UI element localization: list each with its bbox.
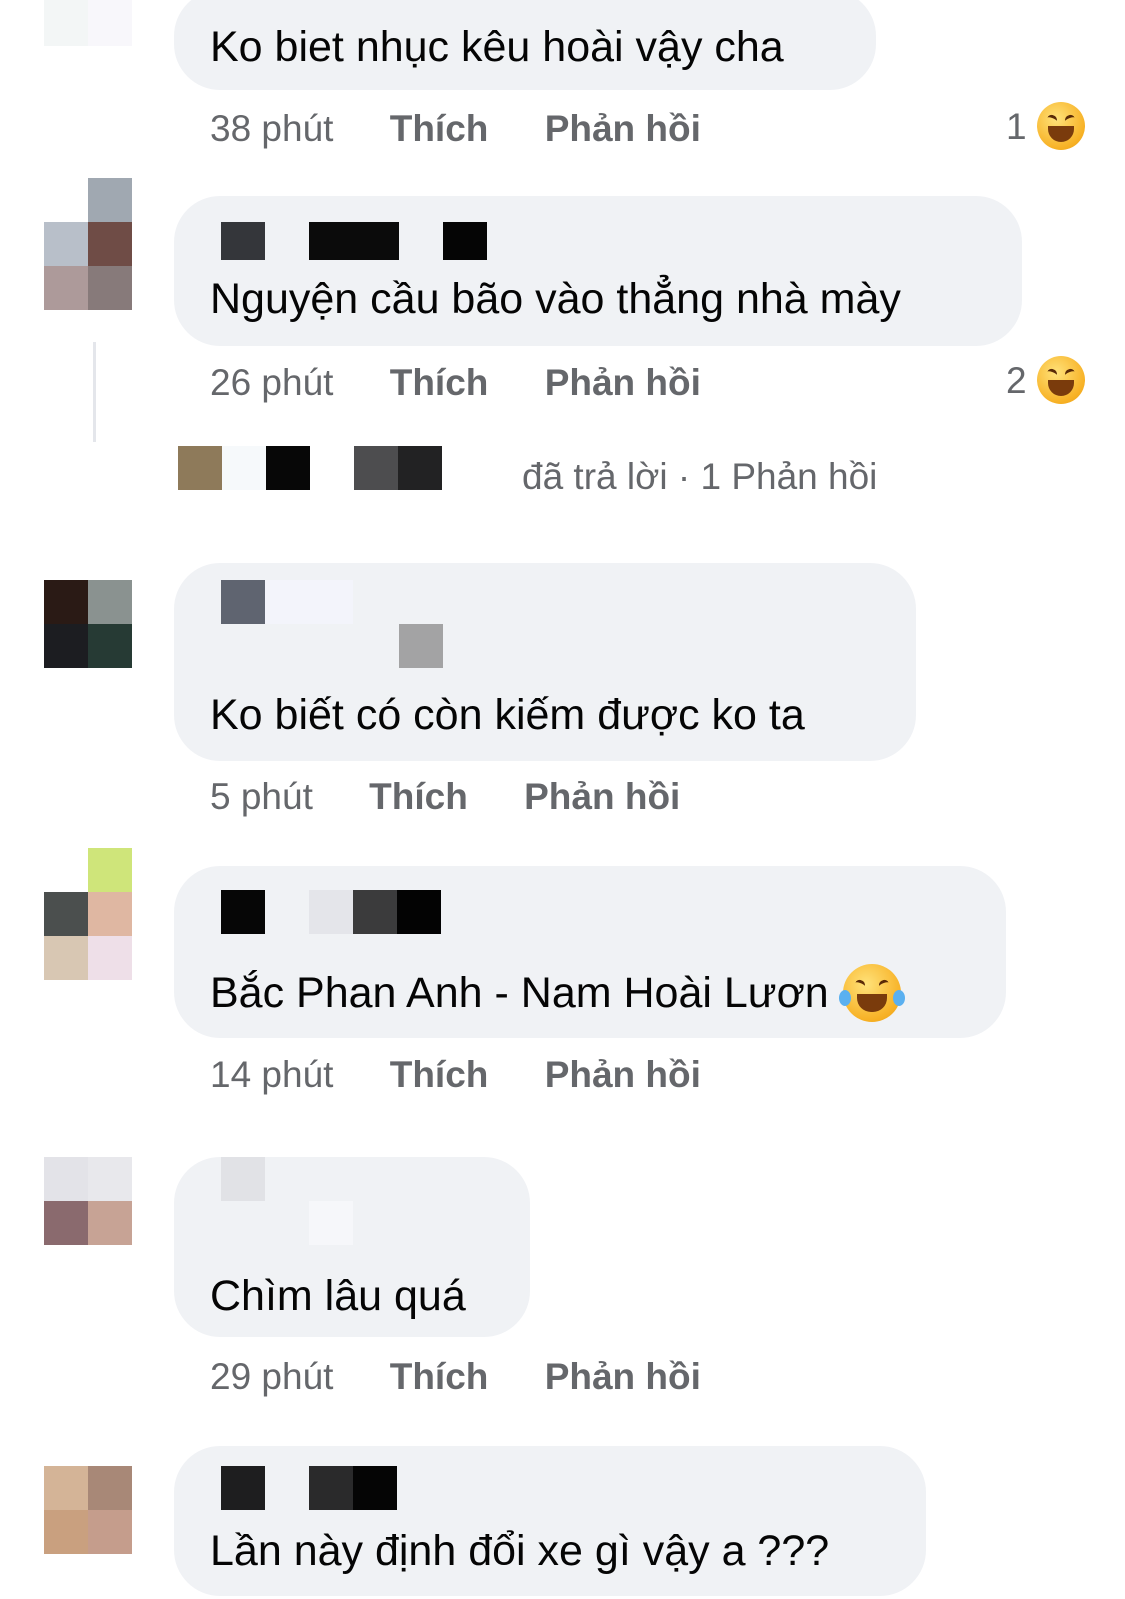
comment-time: 26 phút [210, 362, 334, 403]
author-name-redacted[interactable] [221, 1466, 401, 1510]
reaction-summary[interactable]: 2 [1006, 356, 1085, 404]
reply-button[interactable]: Phản hồi [545, 108, 701, 149]
reply-button[interactable]: Phản hồi [545, 362, 701, 403]
comment-text: Bắc Phan Anh - Nam Hoài Lươn [210, 964, 905, 1022]
avatar[interactable] [44, 1466, 132, 1554]
reply-author-redacted[interactable] [178, 446, 490, 490]
like-button[interactable]: Thích [390, 108, 489, 149]
comment-text: Ko biet nhục kêu hoài vậy cha [210, 23, 784, 71]
like-button[interactable]: Thích [390, 1054, 489, 1095]
reply-summary[interactable]: đã trả lời · 1 Phản hồi [522, 458, 877, 495]
comment-meta: 14 phút Thích Phản hồi [210, 1056, 701, 1093]
comment-text: Chìm lâu quá [210, 1272, 466, 1320]
comment-text: Lần này định đổi xe gì vậy a ??? [210, 1527, 830, 1575]
reaction-count: 2 [1006, 359, 1027, 401]
avatar[interactable] [44, 848, 132, 980]
reply-button[interactable]: Phản hồi [545, 1356, 701, 1397]
author-name-redacted[interactable] [221, 222, 489, 266]
author-name-redacted[interactable] [221, 1157, 355, 1245]
reply-button[interactable]: Phản hồi [545, 1054, 701, 1095]
comment-time: 29 phút [210, 1356, 334, 1397]
comment-time: 38 phút [210, 108, 334, 149]
reaction-count: 1 [1006, 105, 1027, 147]
laughing-squint-icon [1036, 356, 1085, 404]
like-button[interactable]: Thích [390, 1356, 489, 1397]
reply-button[interactable]: Phản hồi [524, 776, 680, 817]
comment-meta: 5 phút Thích Phản hồi [210, 778, 680, 815]
comment-text: Ko biết có còn kiếm được ko ta [210, 691, 805, 739]
like-button[interactable]: Thích [390, 362, 489, 403]
like-button[interactable]: Thích [369, 776, 468, 817]
comment-meta: 38 phút Thích Phản hồi [210, 110, 701, 147]
reaction-summary[interactable]: 1 [1006, 102, 1085, 150]
tears-of-joy-icon [838, 964, 905, 1022]
avatar[interactable] [44, 580, 132, 668]
author-name-redacted[interactable] [221, 890, 445, 934]
comment-time: 14 phút [210, 1054, 334, 1095]
comment-bubble [174, 196, 1022, 346]
comment-meta: 29 phút Thích Phản hồi [210, 1358, 701, 1395]
thread-line [93, 342, 96, 442]
avatar[interactable] [44, 1157, 132, 1245]
author-name-redacted[interactable] [221, 580, 445, 670]
comment-text: Nguyện cầu bão vào thẳng nhà mày [210, 275, 901, 323]
comment-meta: 26 phút Thích Phản hồi [210, 364, 701, 401]
avatar[interactable] [44, 178, 132, 310]
comment-time: 5 phút [210, 776, 313, 817]
laughing-squint-icon [1036, 102, 1085, 150]
comment-text-body: Bắc Phan Anh - Nam Hoài Lươn [210, 968, 829, 1017]
avatar[interactable] [44, 0, 132, 46]
